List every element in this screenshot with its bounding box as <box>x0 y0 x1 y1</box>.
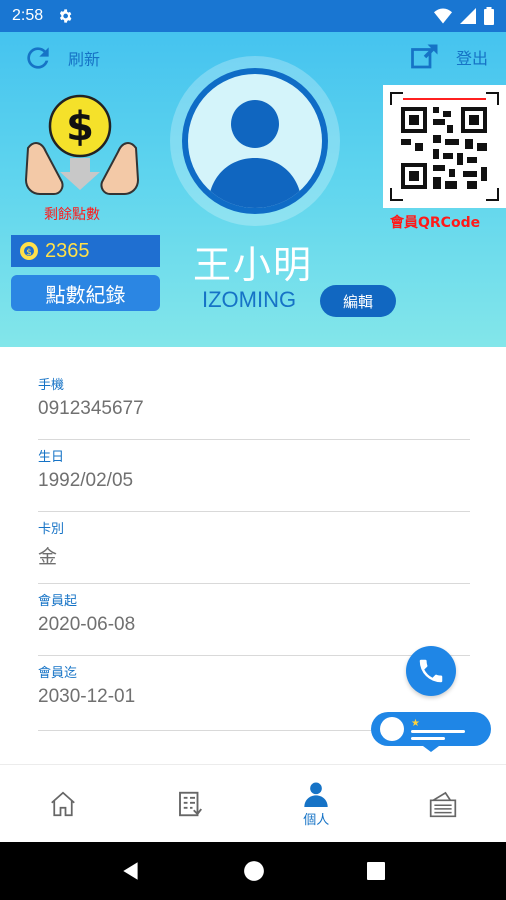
system-nav-bar <box>0 842 506 900</box>
refresh-icon <box>27 47 49 69</box>
field-label: 生日 <box>38 450 65 465</box>
status-bar: 2:58 <box>0 0 506 32</box>
field-value: 金 <box>38 547 58 568</box>
bottom-nav: 個人 <box>0 764 506 842</box>
logout-label: 登出 <box>455 49 488 68</box>
nav-profile-label: 個人 <box>303 813 330 828</box>
field-label: 會員起 <box>38 594 78 609</box>
nav-wallet[interactable] <box>380 765 506 842</box>
avatar-icon <box>208 100 302 208</box>
status-time: 2:58 <box>12 7 44 24</box>
chat-icon: ★ <box>371 712 491 752</box>
avatar[interactable] <box>170 56 340 226</box>
phone-icon <box>419 659 443 683</box>
field-value: 1992/02/05 <box>38 470 134 491</box>
field-value: 0912345677 <box>38 398 144 419</box>
field-label: 會員迄 <box>38 666 78 681</box>
edit-button[interactable]: 編輯 <box>320 285 396 317</box>
qr-code-icon <box>390 92 499 201</box>
field-member-start: 會員起 2020-06-08 <box>38 584 470 656</box>
gear-icon <box>60 9 72 23</box>
field-card-type: 卡別 金 <box>38 512 470 584</box>
wallet-icon <box>429 791 456 817</box>
logout-icon <box>411 44 438 69</box>
field-label: 卡別 <box>38 522 65 537</box>
home-circle-icon[interactable] <box>243 860 265 882</box>
svg-text:$: $ <box>66 104 94 150</box>
field-label: 手機 <box>38 378 65 393</box>
nav-profile[interactable]: 個人 <box>253 765 380 842</box>
remaining-points-label: 剩餘點數 <box>44 207 100 223</box>
signal-icon <box>460 8 476 24</box>
field-birthday: 生日 1992/02/05 <box>38 440 470 512</box>
member-qr-code[interactable] <box>383 85 506 208</box>
refresh-button[interactable]: 刷新 <box>22 42 100 74</box>
nav-records[interactable] <box>127 765 254 842</box>
logout-button[interactable]: 登出 <box>410 42 488 72</box>
chat-widget[interactable]: ★ <box>371 712 491 752</box>
field-phone: 手機 0912345677 <box>38 368 470 440</box>
recents-icon[interactable] <box>366 861 386 881</box>
back-icon[interactable] <box>120 860 142 882</box>
refresh-label: 刷新 <box>68 50 101 69</box>
svg-text:★: ★ <box>411 718 420 729</box>
list-icon <box>178 791 202 816</box>
member-name: 王小明 <box>192 243 313 287</box>
nav-home[interactable] <box>0 765 127 842</box>
status-icons <box>434 7 494 25</box>
battery-icon <box>484 7 494 25</box>
wifi-icon <box>434 8 452 24</box>
home-icon <box>51 791 76 816</box>
coin-hands-icon: $ <box>24 94 140 195</box>
qr-label: 會員QRCode <box>390 215 481 231</box>
field-value: 2030-12-01 <box>38 686 136 707</box>
profile-header: 刷新 登出 $ 剩餘點數 $ 2365 點數紀錄 王小明 IZOMING 編輯 … <box>0 32 506 347</box>
field-value: 2020-06-08 <box>38 614 136 635</box>
member-username: IZOMING <box>202 287 297 312</box>
call-button[interactable] <box>406 646 456 696</box>
person-icon <box>304 782 328 807</box>
